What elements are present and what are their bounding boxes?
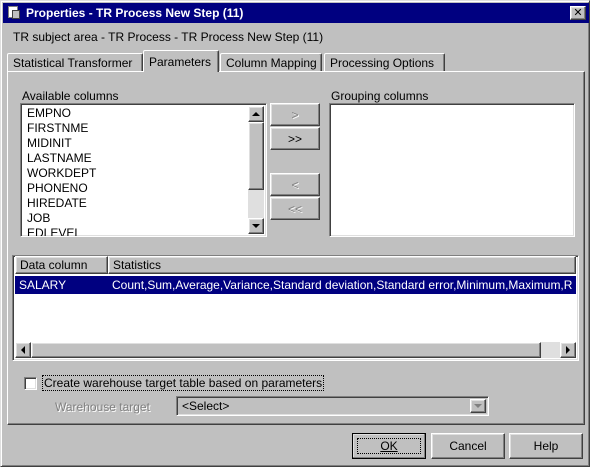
parameters-panel: Available columns EMPNO FIRSTNME MIDINIT…	[7, 71, 585, 425]
grid-horizontal-scrollbar[interactable]	[15, 342, 576, 358]
tab-parameters[interactable]: Parameters	[143, 50, 219, 72]
scroll-thumb[interactable]	[248, 122, 264, 190]
available-columns-label: Available columns	[22, 89, 119, 103]
scroll-down-button[interactable]	[248, 218, 264, 234]
scroll-up-button[interactable]	[248, 106, 264, 122]
list-item[interactable]: EDLEVEL	[23, 226, 96, 236]
grid-header-statistics[interactable]: Statistics	[108, 256, 576, 274]
arrow-down-icon	[252, 224, 260, 228]
tab-label: Parameters	[149, 54, 212, 69]
cancel-button[interactable]: Cancel	[431, 433, 505, 459]
list-item[interactable]: HIREDATE	[23, 196, 96, 211]
grid-header-data-column[interactable]: Data column	[15, 256, 108, 274]
tab-label: Processing Options	[330, 56, 435, 70]
ok-button[interactable]: OK	[352, 433, 426, 459]
list-item[interactable]: FIRSTNME	[23, 121, 96, 136]
add-all-columns-button[interactable]: >>	[270, 127, 320, 150]
close-button[interactable]: ✕	[570, 6, 586, 20]
cell-data-column: SALARY	[19, 278, 67, 292]
arrow-left-icon	[21, 346, 25, 354]
tab-label: Column Mapping	[226, 56, 317, 70]
properties-dialog: Properties - TR Process New Step (11) ✕ …	[0, 0, 590, 467]
tab-label: Statistical Transformer	[13, 56, 133, 70]
chevron-down-icon	[474, 404, 482, 408]
window-title: Properties - TR Process New Step (11)	[26, 6, 244, 20]
grouping-columns-list[interactable]	[329, 103, 575, 237]
properties-app-icon	[6, 5, 22, 21]
available-columns-scrollbar[interactable]	[248, 106, 264, 234]
title-bar[interactable]: Properties - TR Process New Step (11) ✕	[3, 3, 589, 23]
grouping-columns-label: Grouping columns	[331, 89, 429, 103]
remove-column-button[interactable]: <	[270, 173, 320, 196]
list-item[interactable]: LASTNAME	[23, 151, 96, 166]
create-target-label[interactable]: Create warehouse target table based on p…	[42, 375, 325, 391]
add-column-button[interactable]: >	[270, 103, 320, 126]
close-icon: ✕	[573, 6, 583, 19]
subject-path: TR subject area - TR Process - TR Proces…	[13, 30, 324, 44]
dropdown-button[interactable]	[470, 399, 486, 413]
tab-statistical-transformer[interactable]: Statistical Transformer	[7, 53, 143, 72]
create-target-checkbox[interactable]	[24, 377, 37, 390]
warehouse-target-label: Warehouse target	[55, 400, 150, 414]
table-row[interactable]: SALARY Count,Sum,Average,Variance,Standa…	[15, 276, 576, 294]
list-item[interactable]: EMPNO	[23, 106, 96, 121]
available-columns-list[interactable]: EMPNO FIRSTNME MIDINIT LASTNAME WORKDEPT…	[20, 103, 267, 237]
help-button[interactable]: Help	[509, 433, 583, 459]
tab-column-mapping[interactable]: Column Mapping	[220, 53, 322, 72]
list-item[interactable]: MIDINIT	[23, 136, 96, 151]
remove-all-columns-button[interactable]: <<	[270, 197, 320, 220]
create-target-label-text: Create warehouse target table based on p…	[42, 375, 325, 391]
scroll-left-button[interactable]	[15, 342, 31, 358]
list-item[interactable]: PHONENO	[23, 181, 96, 196]
list-item[interactable]: WORKDEPT	[23, 166, 96, 181]
scroll-thumb[interactable]	[31, 342, 541, 358]
warehouse-target-value: <Select>	[182, 399, 230, 413]
tab-processing-options[interactable]: Processing Options	[324, 53, 445, 72]
arrow-right-icon	[566, 346, 570, 354]
warehouse-target-select[interactable]: <Select>	[176, 396, 489, 416]
cell-statistics: Count,Sum,Average,Variance,Standard devi…	[112, 278, 573, 292]
arrow-up-icon	[252, 112, 260, 116]
focus-indicator	[357, 438, 421, 454]
list-item[interactable]: JOB	[23, 211, 96, 226]
statistics-grid[interactable]: Data column Statistics SALARY Count,Sum,…	[12, 255, 579, 361]
scroll-right-button[interactable]	[560, 342, 576, 358]
